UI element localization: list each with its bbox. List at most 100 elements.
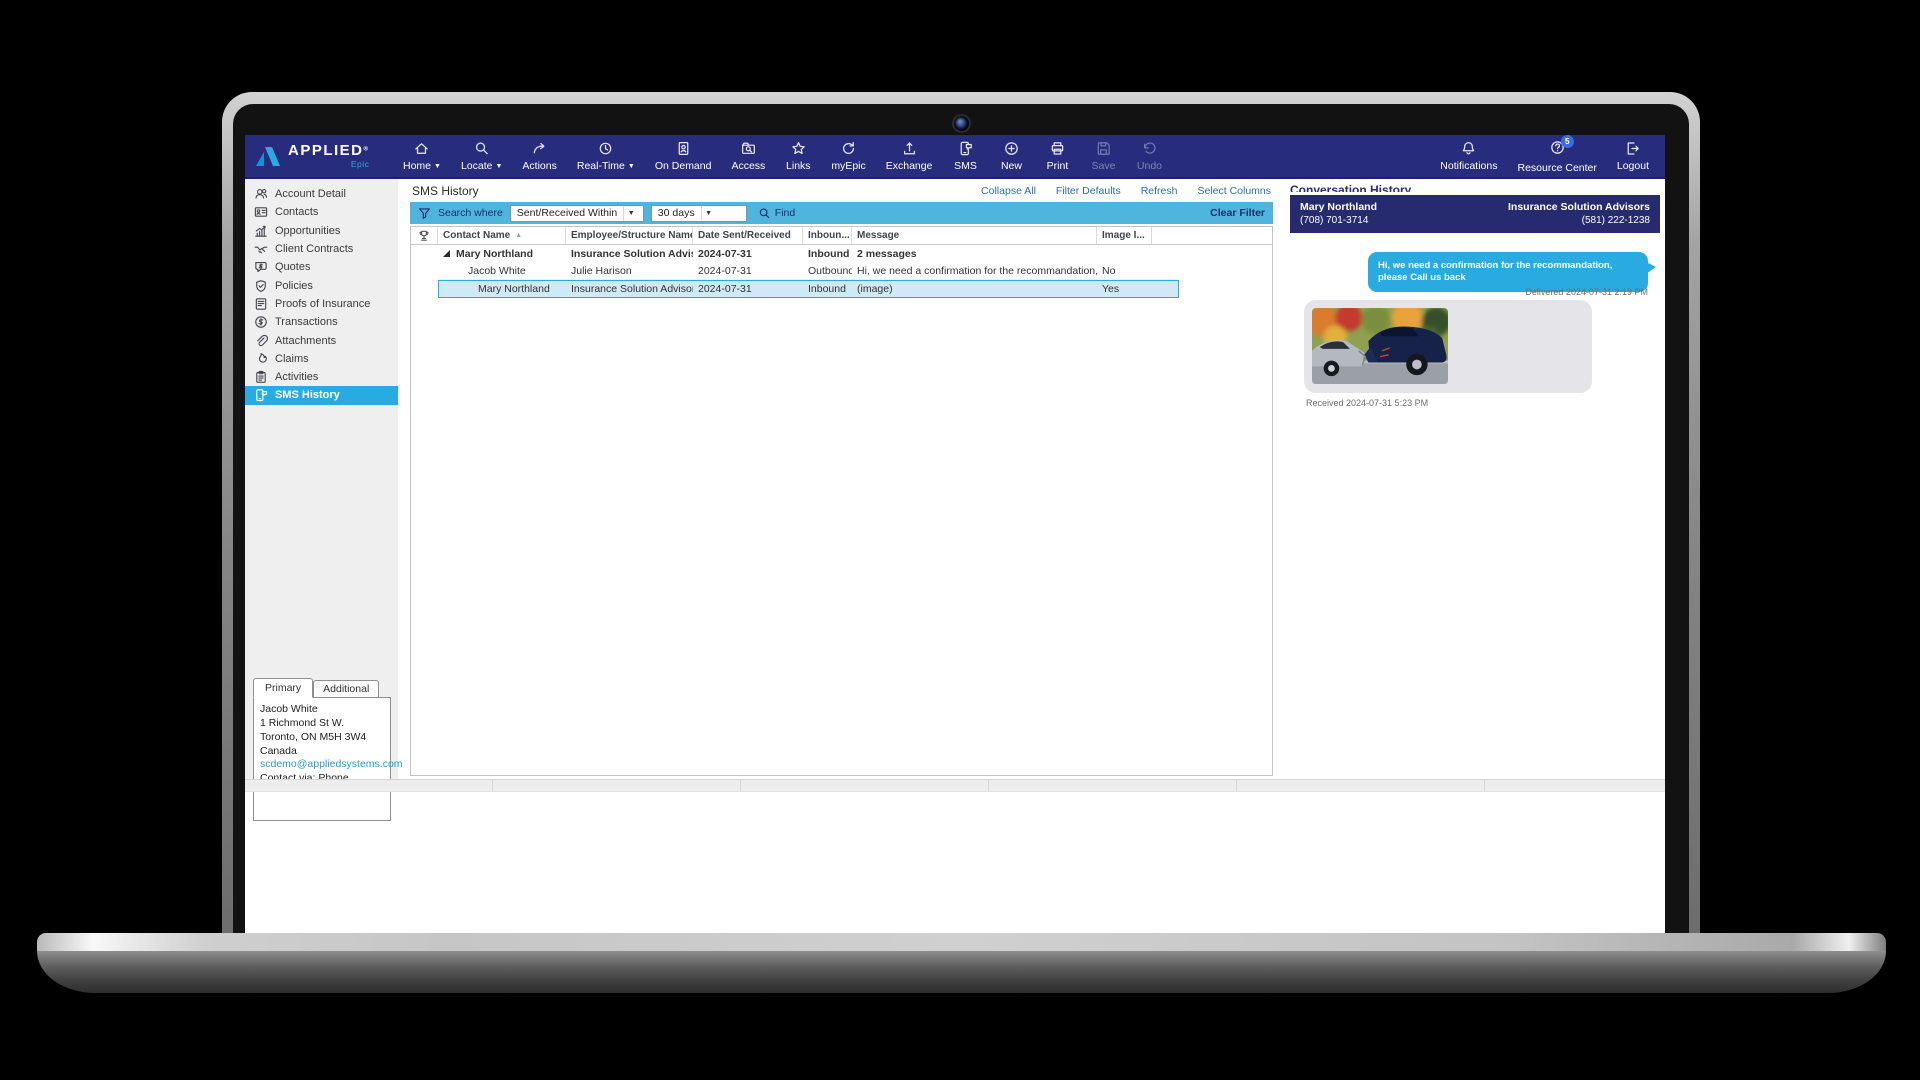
actions-arrow-icon — [531, 140, 548, 157]
table-row-group[interactable]: Mary Northland Insurance Solution Advis.… — [411, 245, 1272, 263]
refresh-link[interactable]: Refresh — [1141, 185, 1178, 197]
printer-icon — [1049, 140, 1066, 157]
find-search[interactable]: Find — [758, 207, 795, 220]
inbound-image-bubble[interactable] — [1304, 300, 1592, 393]
conversation-agency-name: Insurance Solution Advisors — [1508, 200, 1650, 214]
nav-item-links[interactable]: Links — [775, 135, 821, 177]
clock-icon — [597, 140, 614, 157]
search-icon — [473, 140, 490, 157]
nav-item-on-demand[interactable]: On Demand — [645, 135, 722, 177]
nav-item-home[interactable]: Home▼ — [393, 135, 451, 177]
paperclip-icon — [254, 334, 268, 348]
sidebar-item-attachments[interactable]: Attachments — [245, 331, 398, 349]
sidebar-item-sms-history[interactable]: SMS History — [245, 386, 398, 404]
cell-date: 2024-07-31 — [693, 280, 803, 298]
cell-employee: Julie Harison — [566, 263, 693, 280]
contact-address-line1: 1 Richmond St W. — [260, 717, 384, 731]
nav-label: Real-Time — [577, 160, 625, 172]
chevron-down-icon: ▼ — [623, 206, 638, 221]
sidebar-item-client-contracts[interactable]: Client Contracts — [245, 240, 398, 258]
sidebar-item-contacts[interactable]: Contacts — [245, 203, 398, 221]
magnifier-icon — [758, 207, 771, 220]
nav-label: SMS — [954, 160, 977, 172]
sidebar-item-label: Activities — [275, 371, 318, 383]
filter-field-dropdown[interactable]: Sent/Received Within ▼ — [510, 205, 644, 222]
nav-item-locate[interactable]: Locate▼ — [451, 135, 512, 177]
conversation-agency-phone: (581) 222-1238 — [1508, 214, 1650, 228]
nav-label: Exchange — [886, 160, 933, 172]
sidebar-item-label: Contacts — [275, 206, 318, 218]
proof-document-icon — [254, 297, 268, 311]
tab-primary[interactable]: Primary — [253, 678, 313, 698]
nav-label: Actions — [522, 160, 556, 172]
nav-item-actions[interactable]: Actions — [512, 135, 566, 177]
conversation-panel: Conversation History Mary Northland (708… — [1290, 179, 1660, 779]
refresh-icon — [840, 140, 857, 157]
nav-item-resource-center[interactable]: 5 Resource Center — [1508, 135, 1607, 177]
clear-filter-link[interactable]: Clear Filter — [1210, 207, 1265, 219]
column-header-contact-name[interactable]: Contact Name▲ — [438, 227, 566, 244]
nav-item-print[interactable]: Print — [1034, 135, 1080, 177]
contact-email-link[interactable]: scdemo@appliedsystems.com — [260, 758, 384, 772]
column-header-employee[interactable]: Employee/Structure Name — [566, 227, 693, 244]
nav-item-sms[interactable]: SMS — [942, 135, 988, 177]
handshake-icon — [254, 242, 268, 256]
column-header-date[interactable]: Date Sent/Received — [693, 227, 803, 244]
dollar-circle-icon — [254, 315, 268, 329]
sidebar-item-claims[interactable]: Claims — [245, 350, 398, 368]
column-label: Inboun... — [808, 230, 850, 241]
cell-date: 2024-07-31 — [693, 263, 803, 280]
column-header-image[interactable]: Image I... — [1097, 227, 1152, 244]
cell-contact-name: Mary Northland — [456, 248, 533, 260]
sidebar-item-account-detail[interactable]: Account Detail — [245, 185, 398, 203]
nav-item-exchange[interactable]: Exchange — [876, 135, 943, 177]
trophy-icon — [417, 229, 431, 243]
table-row[interactable]: Jacob White Julie Harison 2024-07-31 Out… — [411, 263, 1272, 281]
column-header-message[interactable]: Message — [852, 227, 1097, 244]
group-expanded-icon[interactable] — [443, 250, 450, 257]
logout-icon — [1624, 140, 1641, 157]
collapse-all-link[interactable]: Collapse All — [981, 185, 1036, 197]
chevron-down-icon: ▼ — [701, 206, 716, 221]
search-where-label: Search where — [438, 207, 503, 219]
growth-chart-icon — [254, 224, 268, 238]
nav-item-myepic[interactable]: myEpic — [821, 135, 875, 177]
sidebar-item-activities[interactable]: Activities — [245, 368, 398, 386]
table-row-selected[interactable]: Mary Northland Insurance Solution Adviso… — [411, 280, 1272, 298]
cell-inbound: Inbound — [803, 280, 852, 298]
conversation-contact-phone: (708) 701-3714 — [1300, 214, 1377, 228]
filter-defaults-link[interactable]: Filter Defaults — [1056, 185, 1121, 197]
sidebar-item-quotes[interactable]: Quotes — [245, 258, 398, 276]
nav-label: myEpic — [831, 160, 865, 172]
select-columns-link[interactable]: Select Columns — [1197, 185, 1271, 197]
nav-item-real-time[interactable]: Real-Time▼ — [567, 135, 645, 177]
folder-search-icon — [740, 140, 757, 157]
nav-items: Home▼ Locate▼ Actions Real-Time▼ — [393, 135, 1172, 177]
cell-message: Hi, we need a confirmation for the recom… — [852, 263, 1097, 280]
sidebar-item-opportunities[interactable]: Opportunities — [245, 222, 398, 240]
nav-label: Home — [403, 160, 431, 172]
clipboard-icon — [254, 370, 268, 384]
cell-message: (image) — [852, 280, 1097, 298]
cell-contact-name: Jacob White — [438, 263, 566, 280]
sidebar-item-proofs-of-insurance[interactable]: Proofs of Insurance — [245, 295, 398, 313]
tab-additional[interactable]: Additional — [313, 680, 379, 698]
nav-label: On Demand — [655, 160, 712, 172]
sidebar-item-transactions[interactable]: Transactions — [245, 313, 398, 331]
sms-history-panel: SMS History Collapse All Filter Defaults… — [410, 179, 1273, 779]
sidebar-item-policies[interactable]: Policies — [245, 276, 398, 294]
nav-item-notifications[interactable]: Notifications — [1430, 135, 1507, 177]
nav-item-access[interactable]: Access — [721, 135, 775, 177]
sidebar-item-label: Account Detail — [275, 188, 346, 200]
laptop-base-edge — [37, 933, 1886, 951]
group-by-icon[interactable] — [411, 227, 438, 244]
contact-name: Jacob White — [260, 703, 384, 717]
sms-table: Contact Name▲ Employee/Structure Name Da… — [410, 226, 1273, 776]
column-header-inbound[interactable]: Inboun... — [803, 227, 852, 244]
contact-card-body: Jacob White 1 Richmond St W. Toronto, ON… — [253, 697, 391, 821]
car-collision-photo — [1312, 308, 1448, 384]
date-range-dropdown[interactable]: 30 days ▼ — [651, 205, 747, 222]
nav-item-logout[interactable]: Logout — [1607, 135, 1659, 177]
nav-label: Resource Center — [1518, 162, 1597, 174]
nav-item-new[interactable]: New — [988, 135, 1034, 177]
